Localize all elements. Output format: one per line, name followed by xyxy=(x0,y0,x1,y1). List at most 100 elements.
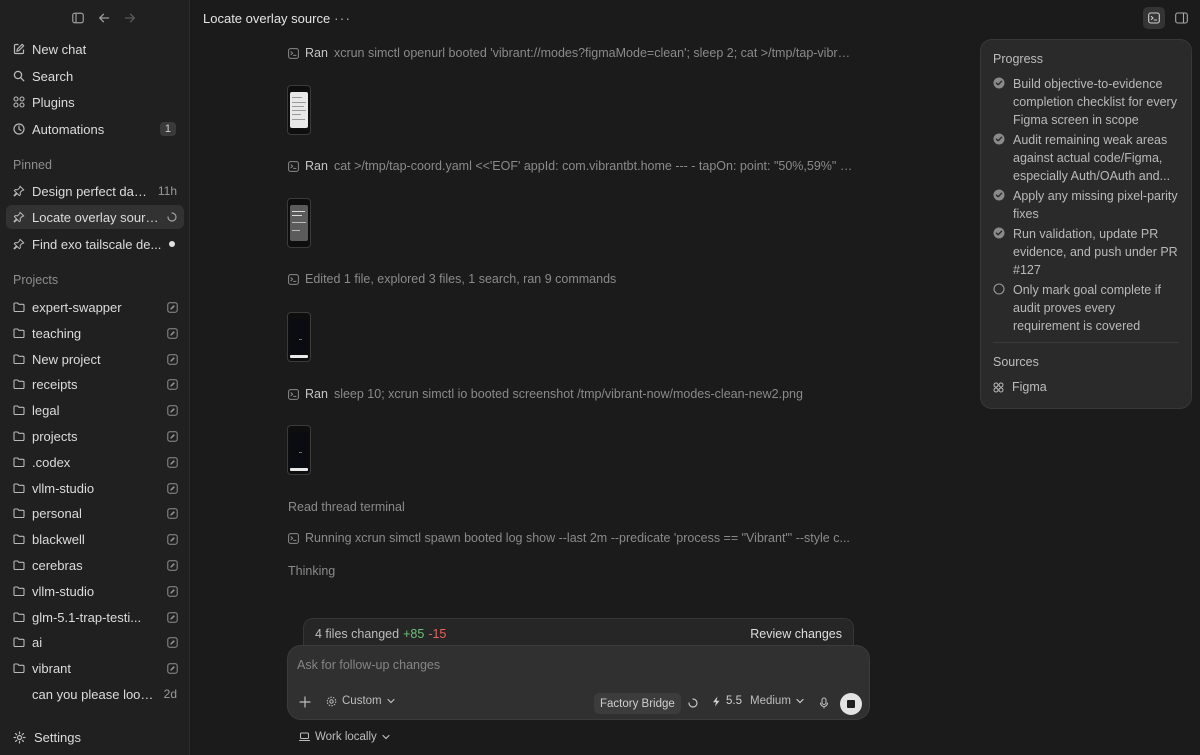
project-label: vllm-studio xyxy=(32,480,95,496)
log-entry-summary[interactable]: Edited 1 file, explored 3 files, 1 searc… xyxy=(288,270,856,288)
stop-icon xyxy=(847,700,855,708)
project-item[interactable]: ai xyxy=(6,630,184,654)
project-label: New project xyxy=(32,351,101,367)
folder-icon xyxy=(13,507,25,519)
project-item[interactable]: vibrant xyxy=(6,656,184,680)
project-label: expert-swapper xyxy=(32,299,122,315)
screenshot-thumbnail[interactable] xyxy=(287,85,311,135)
check-circle-icon xyxy=(993,227,1005,239)
new-chat-in-project-icon[interactable] xyxy=(166,430,178,442)
mode-dropdown[interactable]: Custom xyxy=(326,695,395,707)
model-version: 5.5 xyxy=(726,695,742,707)
divider xyxy=(993,342,1179,343)
pinned-chat-item-active[interactable]: Locate overlay source xyxy=(6,205,184,229)
project-item[interactable]: receipts xyxy=(6,372,184,396)
thread-item[interactable]: can you please look ... 2d xyxy=(6,682,184,706)
progress-item-text: Run validation, update PR evidence, and … xyxy=(1013,227,1178,277)
screenshot-thumbnail[interactable] xyxy=(287,312,311,362)
folder-icon xyxy=(13,533,25,545)
new-chat-in-project-icon[interactable] xyxy=(166,353,178,365)
settings-button[interactable]: Settings xyxy=(6,726,81,748)
folder-icon xyxy=(13,404,25,416)
thread-time: 2d xyxy=(163,687,177,701)
project-item[interactable]: vllm-studio xyxy=(6,579,184,603)
pinned-chat-item[interactable]: Find exo tailscale de... xyxy=(6,232,184,256)
terminal-icon xyxy=(288,160,299,172)
toggle-sidebar-icon[interactable] xyxy=(70,10,86,26)
new-chat-in-project-icon[interactable] xyxy=(166,482,178,494)
new-chat-in-project-icon[interactable] xyxy=(166,378,178,390)
new-chat-in-project-icon[interactable] xyxy=(166,327,178,339)
project-item[interactable]: projects xyxy=(6,424,184,448)
project-item[interactable]: expert-swapper xyxy=(6,295,184,319)
folder-icon xyxy=(13,611,25,623)
progress-item: Audit remaining weak areas against actua… xyxy=(993,131,1183,185)
new-chat-in-project-icon[interactable] xyxy=(166,559,178,571)
status-read-terminal: Read thread terminal xyxy=(288,500,405,514)
project-item[interactable]: legal xyxy=(6,398,184,422)
project-label: vllm-studio xyxy=(32,583,95,599)
project-item[interactable]: teaching xyxy=(6,321,184,345)
folder-icon xyxy=(13,636,25,648)
project-item[interactable]: New project xyxy=(6,347,184,371)
chevron-down-icon xyxy=(382,733,390,741)
new-chat-in-project-icon[interactable] xyxy=(166,533,178,545)
new-chat-in-project-icon[interactable] xyxy=(166,456,178,468)
new-chat-button[interactable]: New chat xyxy=(6,37,184,61)
automations-button[interactable]: Automations 1 xyxy=(6,117,184,141)
project-item[interactable]: blackwell xyxy=(6,527,184,551)
composer: Custom Factory Bridge 5.5 Medium xyxy=(287,645,870,720)
project-item[interactable]: cerebras xyxy=(6,553,184,577)
compose-icon xyxy=(13,43,25,55)
microphone-icon[interactable] xyxy=(818,697,830,709)
log-entry-command[interactable]: Ran cat >/tmp/tap-coord.yaml <<'EOF' app… xyxy=(288,157,856,175)
projects-section-label: Projects xyxy=(13,273,59,287)
pinned-chat-time: 11h xyxy=(157,184,177,198)
log-entry-command[interactable]: Ran xcrun simctl openurl booted 'vibrant… xyxy=(288,44,856,62)
review-changes-button[interactable]: Review changes xyxy=(750,627,842,641)
back-arrow-icon[interactable] xyxy=(96,10,112,26)
empty-circle-icon xyxy=(993,283,1005,295)
new-chat-in-project-icon[interactable] xyxy=(166,404,178,416)
figma-icon xyxy=(993,382,1004,393)
progress-item: Only mark goal complete if audit proves … xyxy=(993,281,1183,335)
project-item[interactable]: glm-5.1-trap-testi... xyxy=(6,605,184,629)
terminal-icon xyxy=(288,388,299,400)
folder-icon xyxy=(13,327,25,339)
changes-bar: 4 files changed +85 -15 Review changes xyxy=(303,618,854,648)
log-command: sleep 10; xcrun simctl io booted screens… xyxy=(333,387,803,401)
plugins-label: Plugins xyxy=(32,94,75,110)
thread-label: can you please look ... xyxy=(32,686,157,702)
more-options-icon[interactable]: ··· xyxy=(334,10,351,26)
pinned-chat-item[interactable]: Design perfect dash... 11h xyxy=(6,179,184,203)
terminal-toggle-button[interactable] xyxy=(1143,7,1165,29)
screenshot-thumbnail[interactable] xyxy=(287,198,311,248)
screenshot-thumbnail[interactable] xyxy=(287,425,311,475)
factory-bridge-chip[interactable]: Factory Bridge xyxy=(594,693,681,714)
new-chat-in-project-icon[interactable] xyxy=(166,611,178,623)
new-chat-in-project-icon[interactable] xyxy=(166,662,178,674)
log-entry-command[interactable]: Ran sleep 10; xcrun simctl io booted scr… xyxy=(288,385,856,403)
stop-button[interactable] xyxy=(840,693,862,715)
plus-icon[interactable] xyxy=(299,696,311,708)
source-figma[interactable]: Figma xyxy=(993,380,1047,394)
new-chat-in-project-icon[interactable] xyxy=(166,585,178,597)
model-dropdown[interactable]: 5.5 Medium xyxy=(712,695,804,707)
side-panel-toggle-icon[interactable] xyxy=(1173,10,1189,26)
project-item[interactable]: vllm-studio xyxy=(6,476,184,500)
follow-up-input[interactable] xyxy=(297,656,837,674)
plugins-button[interactable]: Plugins xyxy=(6,90,184,114)
progress-item-text: Audit remaining weak areas against actua… xyxy=(1013,133,1171,183)
new-chat-in-project-icon[interactable] xyxy=(166,636,178,648)
work-locally-dropdown[interactable]: Work locally xyxy=(299,731,390,743)
new-chat-in-project-icon[interactable] xyxy=(166,301,178,313)
forward-arrow-icon[interactable] xyxy=(122,10,138,26)
project-item[interactable]: .codex xyxy=(6,450,184,474)
log-entry-running[interactable]: Running xcrun simctl spawn booted log sh… xyxy=(288,529,856,547)
project-item[interactable]: personal xyxy=(6,501,184,525)
terminal-icon xyxy=(288,532,299,544)
new-chat-in-project-icon[interactable] xyxy=(166,507,178,519)
project-label: projects xyxy=(32,428,78,444)
search-button[interactable]: Search xyxy=(6,64,184,88)
folder-icon xyxy=(13,482,25,494)
